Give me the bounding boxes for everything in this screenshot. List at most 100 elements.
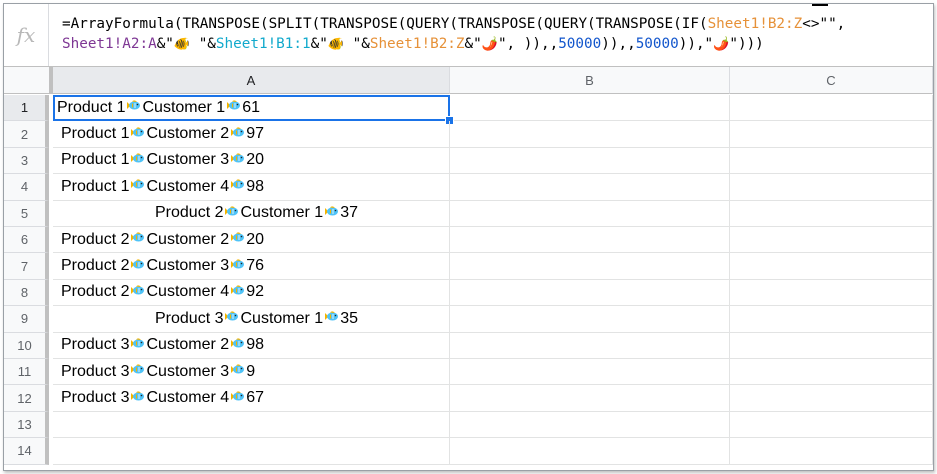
cell-b13[interactable] (450, 411, 730, 439)
cell-a14[interactable] (53, 438, 450, 465)
cell-c9[interactable] (730, 306, 933, 333)
cell-c13[interactable] (730, 411, 933, 439)
cell-b2[interactable] (450, 121, 730, 148)
cell-a10[interactable]: Product 3 Customer 2 98 (53, 332, 450, 359)
cell-value-text: 98 (246, 336, 264, 354)
row-header[interactable]: 4 (4, 174, 49, 201)
table-row: 13 (4, 411, 933, 439)
formula-token: &" (464, 36, 482, 52)
table-row: 12 Product 3 Customer 4 67 (4, 385, 933, 412)
tropical-fish-icon (231, 153, 245, 163)
cell-c1[interactable] (730, 95, 933, 122)
cell-value-text: 20 (246, 230, 264, 248)
cell-b9[interactable] (450, 306, 730, 333)
cell-b6[interactable] (450, 227, 730, 254)
cell-a13[interactable] (53, 411, 450, 439)
cell-customer-text: Customer 1 (142, 98, 226, 116)
cell-a2[interactable]: Product 1 Customer 2 97 (53, 121, 450, 148)
cell-c7[interactable] (730, 253, 933, 280)
cell-value-text: 35 (340, 309, 358, 327)
row-header[interactable]: 6 (4, 227, 49, 254)
formula-token: <>"", (802, 16, 846, 32)
row-header[interactable]: 5 (4, 200, 49, 227)
row-header[interactable]: 2 (4, 121, 49, 148)
cell-b7[interactable] (450, 253, 730, 280)
cell-c11[interactable] (730, 359, 933, 386)
cell-c5[interactable] (730, 200, 933, 227)
row-header[interactable]: 7 (4, 253, 49, 280)
cell-b4[interactable] (450, 174, 730, 201)
tropical-fish-icon (131, 338, 145, 348)
cell-a12[interactable]: Product 3 Customer 4 67 (53, 385, 450, 412)
row-header[interactable]: 10 (4, 332, 49, 359)
formula-bar: fx =ArrayFormula(TRANSPOSE(SPLIT(TRANSPO… (4, 4, 933, 67)
cell-product-text: Product 1 (61, 125, 130, 143)
select-all-corner[interactable] (4, 67, 53, 94)
table-row: 1 Product 1 Customer 1 61 (4, 95, 933, 125)
cell-value: Product 2 Customer 2 20 (61, 227, 264, 252)
cell-b12[interactable] (450, 385, 730, 412)
cell-a7[interactable]: Product 2 Customer 3 76 (53, 253, 450, 280)
cell-a11[interactable]: Product 3 Customer 3 9 (53, 359, 450, 386)
tropical-fish-icon (231, 364, 245, 374)
formula-token: "))) (729, 36, 764, 52)
row-header[interactable]: 11 (4, 359, 49, 386)
cell-value: Product 1 Customer 2 97 (61, 121, 264, 146)
formula-token: ", )),, (497, 36, 559, 52)
row-header[interactable]: 12 (4, 385, 49, 412)
column-header-a[interactable]: A (53, 67, 450, 94)
formula-emoji-token: 🐠 (327, 37, 345, 52)
column-header-b[interactable]: B (450, 67, 730, 94)
cell-b11[interactable] (450, 359, 730, 386)
cell-a1[interactable]: Product 1 Customer 1 61 (53, 95, 450, 122)
tropical-fish-icon (131, 258, 145, 269)
tropical-fish-icon (131, 285, 145, 295)
cell-a6[interactable]: Product 2 Customer 2 20 (53, 227, 450, 254)
table-row: 6 Product 2 Customer 2 20 (4, 227, 933, 254)
row-header[interactable]: 9 (4, 306, 49, 333)
cell-c2[interactable] (730, 121, 933, 148)
cell-c10[interactable] (730, 332, 933, 359)
cell-value-text: 9 (246, 362, 256, 380)
cell-b1[interactable] (450, 95, 730, 122)
formula-token: Sheet1!A2:A (62, 36, 157, 52)
cell-c8[interactable] (730, 279, 933, 307)
cell-c12[interactable] (730, 385, 933, 412)
cell-c4[interactable] (730, 174, 933, 201)
row-header[interactable]: 13 (4, 411, 49, 439)
cell-a5[interactable]: Product 2 Customer 1 37 (53, 200, 450, 227)
row-header[interactable]: 14 (4, 438, 49, 465)
cell-value-text: 20 (246, 151, 264, 169)
cell-a8[interactable]: Product 2 Customer 4 92 (53, 279, 450, 307)
cell-b8[interactable] (450, 279, 730, 307)
formula-emoji-token: 🐠 (173, 37, 191, 52)
tropical-fish-icon (131, 390, 145, 401)
formula-input[interactable]: =ArrayFormula(TRANSPOSE(SPLIT(TRANSPOSE(… (62, 14, 922, 55)
cell-a3[interactable]: Product 1 Customer 3 20 (53, 147, 450, 175)
row-header[interactable]: 3 (4, 147, 49, 175)
cell-product-text: Product 2 (61, 283, 130, 301)
tropical-fish-icon (225, 206, 239, 216)
cell-c14[interactable] (730, 438, 933, 465)
cell-product-text: Product 3 (61, 336, 130, 354)
cell-value: Product 2 Customer 4 92 (61, 280, 264, 305)
cell-c3[interactable] (730, 147, 933, 175)
table-row: 4 Product 1 Customer 4 98 (4, 174, 933, 201)
cell-b10[interactable] (450, 332, 730, 359)
column-header-c[interactable]: C (730, 67, 933, 94)
cell-b14[interactable] (450, 438, 730, 465)
cell-c6[interactable] (730, 227, 933, 254)
cell-b5[interactable] (450, 200, 730, 227)
cell-b3[interactable] (450, 147, 730, 175)
tropical-fish-icon (131, 153, 145, 163)
cell-a4[interactable]: Product 1 Customer 4 98 (53, 174, 450, 201)
cell-value: Product 2 Customer 1 37 (155, 201, 358, 226)
cell-a9[interactable]: Product 3 Customer 1 35 (53, 306, 450, 333)
table-row: 11 Product 3 Customer 3 9 (4, 359, 933, 386)
tropical-fish-icon (131, 232, 145, 242)
cell-value-text: 37 (340, 204, 358, 222)
row-header[interactable]: 1 (4, 95, 49, 122)
cell-value: Product 3 Customer 1 35 (155, 306, 358, 331)
row-header[interactable]: 8 (4, 279, 49, 307)
cell-product-text: Product 3 (61, 389, 130, 407)
